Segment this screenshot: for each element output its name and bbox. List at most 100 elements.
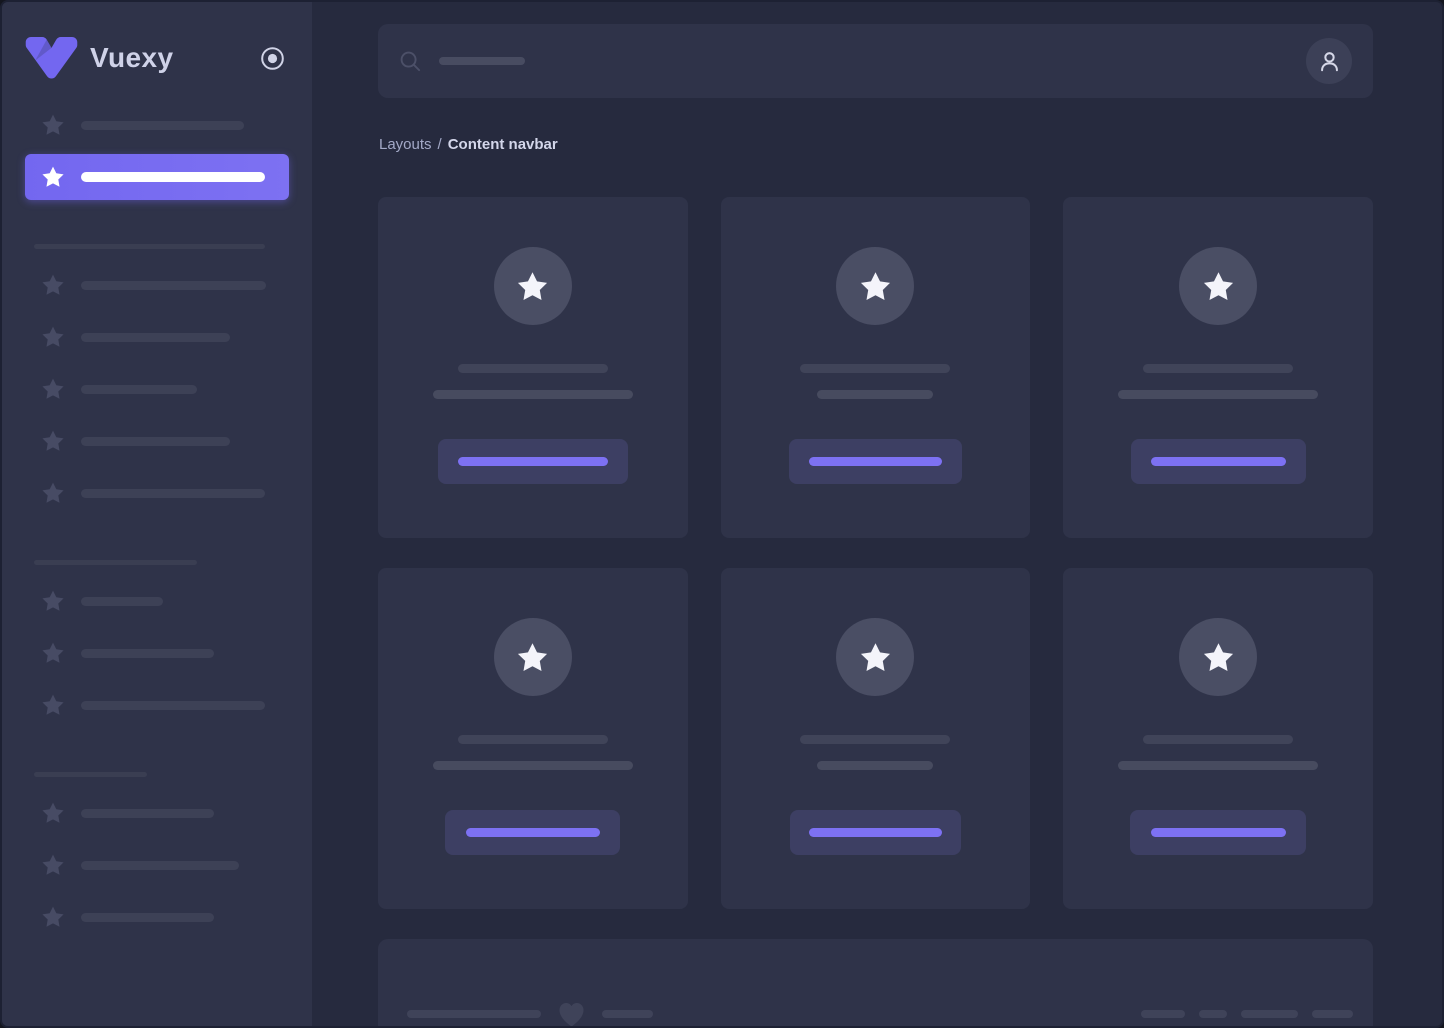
sidebar-item[interactable]: [25, 790, 289, 836]
card-avatar-circle: [836, 247, 914, 325]
sidebar-item-label-skeleton: [81, 913, 214, 922]
sidebar-item-label-skeleton: [81, 861, 239, 870]
star-icon: [516, 270, 549, 303]
feature-card: [1063, 197, 1373, 538]
sidebar-item[interactable]: [25, 418, 289, 464]
card-subtitle-skeleton: [433, 761, 633, 770]
button-label-skeleton: [466, 828, 600, 837]
card-subtitle-skeleton: [1118, 390, 1318, 399]
sidebar-section-divider: [34, 244, 265, 249]
vuexy-logo-icon: [25, 37, 78, 79]
sidebar-item-label-skeleton: [81, 649, 214, 658]
footer-left-skeleton: [407, 968, 653, 1026]
sidebar-item-label-skeleton: [81, 333, 230, 342]
button-label-skeleton: [809, 828, 942, 837]
card-avatar-circle: [1179, 247, 1257, 325]
brand-name: Vuexy: [90, 42, 173, 74]
brand-link[interactable]: Vuexy: [25, 37, 173, 79]
sidebar-item[interactable]: [25, 102, 289, 148]
card-grid: [378, 197, 1373, 909]
card-subtitle-skeleton: [817, 390, 933, 399]
sidebar-item[interactable]: [25, 682, 289, 728]
star-icon: [859, 641, 892, 674]
star-icon: [41, 273, 65, 297]
card-subtitle-skeleton: [1118, 761, 1318, 770]
top-navbar: [378, 24, 1373, 98]
button-label-skeleton: [1151, 457, 1286, 466]
app-window: Vuexy: [0, 0, 1444, 1028]
star-icon: [41, 481, 65, 505]
sidebar-item[interactable]: [25, 630, 289, 676]
star-icon: [516, 641, 549, 674]
card-title-skeleton: [458, 364, 608, 373]
sidebar-menu: [25, 102, 289, 940]
radio-circle-icon: [260, 46, 285, 71]
star-icon: [41, 693, 65, 717]
card-avatar-circle: [494, 247, 572, 325]
sidebar-item-label-skeleton: [81, 809, 214, 818]
heart-icon: [557, 1000, 586, 1027]
user-avatar[interactable]: [1306, 38, 1352, 84]
person-icon: [1316, 48, 1343, 75]
footer-link-skeleton: [1199, 1010, 1227, 1018]
card-button[interactable]: [789, 439, 962, 484]
card-title-skeleton: [800, 735, 950, 744]
feature-card: [378, 197, 688, 538]
sidebar-section-divider: [34, 560, 197, 565]
sidebar-item[interactable]: [25, 262, 289, 308]
breadcrumb-parent[interactable]: Layouts: [379, 136, 432, 153]
sidebar-item[interactable]: [25, 470, 289, 516]
card-subtitle-skeleton: [817, 761, 933, 770]
sidebar-item-label-skeleton: [81, 172, 265, 182]
main-content: Layouts / Content navbar: [312, 2, 1442, 1026]
sidebar-section-divider: [34, 772, 147, 777]
sidebar-item-label-skeleton: [81, 281, 266, 290]
search-icon: [399, 50, 422, 73]
star-icon: [41, 429, 65, 453]
card-button[interactable]: [438, 439, 628, 484]
footer-link-skeleton: [1241, 1010, 1298, 1018]
card-avatar-circle: [494, 618, 572, 696]
star-icon: [41, 641, 65, 665]
footer-link-skeleton: [1312, 1010, 1353, 1018]
sidebar-item[interactable]: [25, 894, 289, 940]
sidebar-item[interactable]: [25, 366, 289, 412]
sidebar-item-label-skeleton: [81, 597, 163, 606]
breadcrumb-current: Content navbar: [448, 136, 558, 153]
search-placeholder-skeleton: [439, 57, 525, 65]
footer-credit-skeleton: [602, 1010, 653, 1018]
sidebar-item[interactable]: [25, 578, 289, 624]
card-avatar-circle: [1179, 618, 1257, 696]
sidebar-pin-toggle[interactable]: [260, 46, 285, 71]
feature-card: [721, 197, 1031, 538]
card-button[interactable]: [1130, 810, 1306, 855]
star-icon: [41, 905, 65, 929]
sidebar-item-active[interactable]: [25, 154, 289, 200]
card-button[interactable]: [445, 810, 620, 855]
sidebar-item[interactable]: [25, 842, 289, 888]
page-footer: [378, 939, 1373, 1026]
button-label-skeleton: [1151, 828, 1286, 837]
button-label-skeleton: [458, 457, 608, 466]
sidebar-item-label-skeleton: [81, 437, 230, 446]
star-icon: [41, 165, 65, 189]
sidebar-header: Vuexy: [25, 36, 289, 80]
footer-link-skeleton: [1141, 1010, 1185, 1018]
sidebar-item-label-skeleton: [81, 701, 265, 710]
card-subtitle-skeleton: [433, 390, 633, 399]
feature-card: [1063, 568, 1373, 909]
card-title-skeleton: [458, 735, 608, 744]
card-title-skeleton: [1143, 364, 1293, 373]
card-avatar-circle: [836, 618, 914, 696]
card-button[interactable]: [1131, 439, 1306, 484]
sidebar-item-label-skeleton: [81, 489, 265, 498]
footer-links-skeleton: [1141, 968, 1353, 1026]
star-icon: [41, 113, 65, 137]
breadcrumb: Layouts / Content navbar: [379, 136, 1373, 153]
sidebar-item[interactable]: [25, 314, 289, 360]
card-title-skeleton: [800, 364, 950, 373]
sidebar-item-label-skeleton: [81, 385, 197, 394]
search-input[interactable]: [399, 50, 1306, 73]
star-icon: [41, 853, 65, 877]
card-button[interactable]: [790, 810, 961, 855]
